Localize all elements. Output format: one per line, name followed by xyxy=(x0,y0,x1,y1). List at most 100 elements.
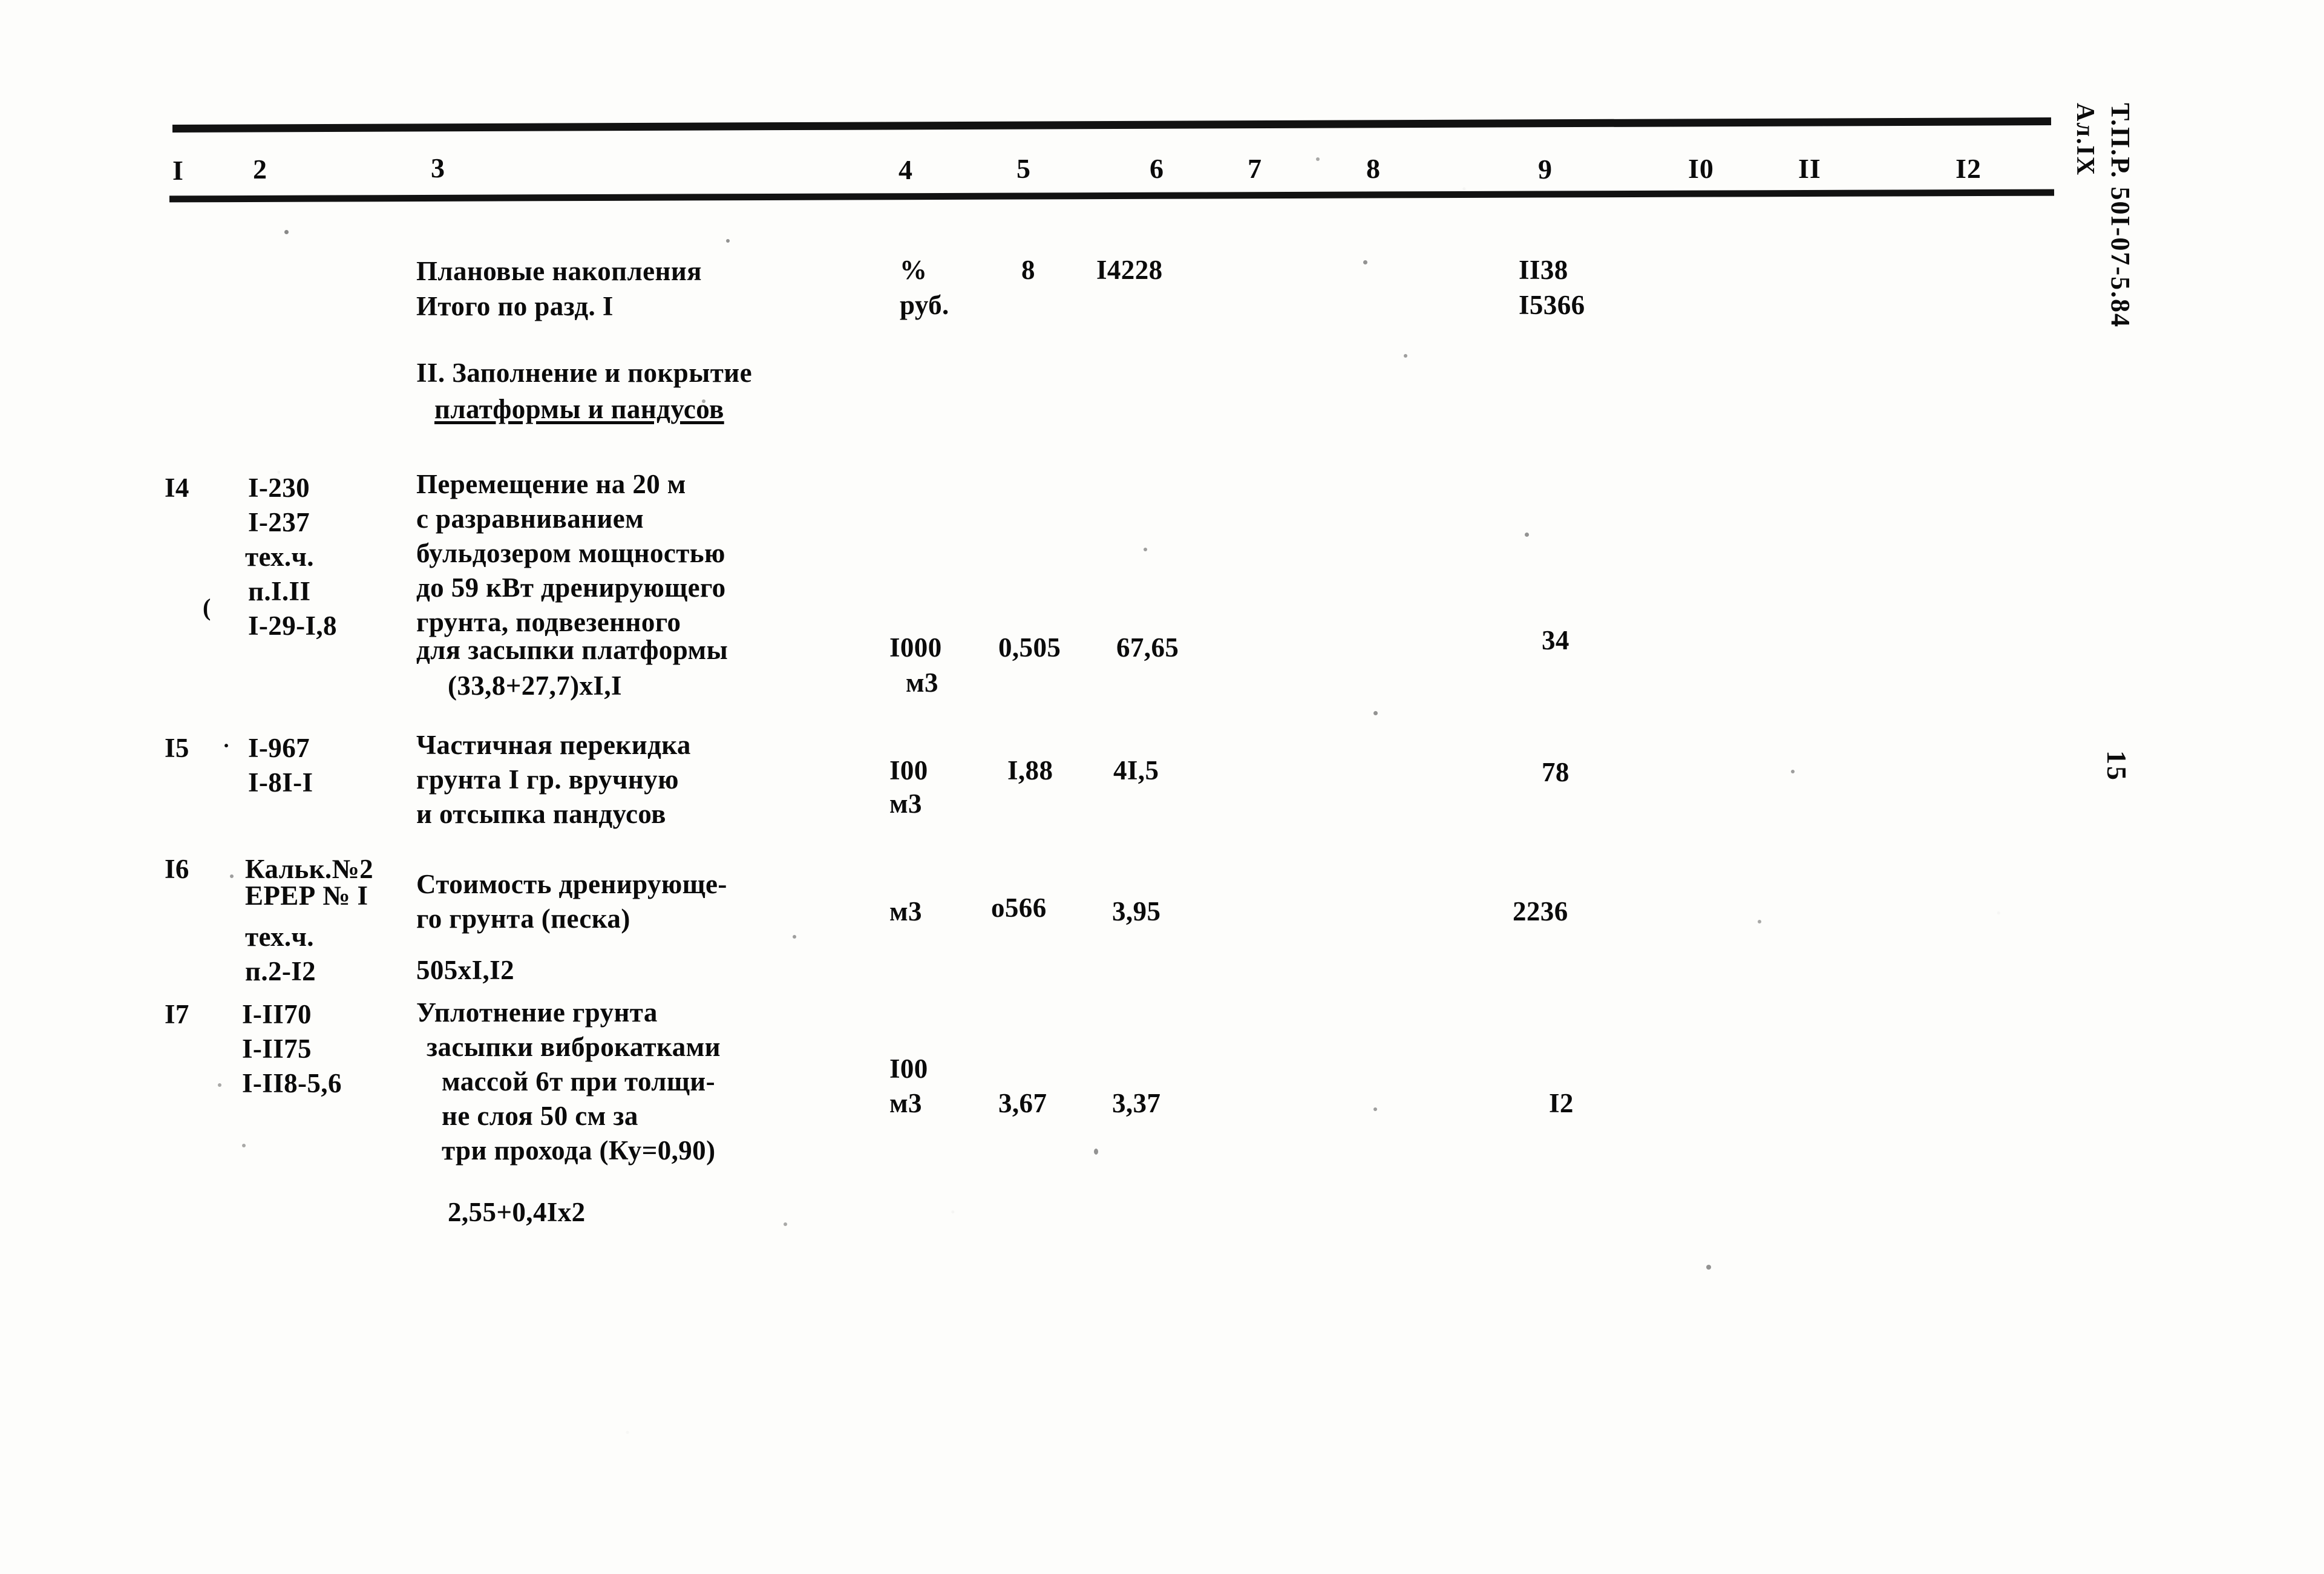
document-code-stamp: Т.П.Р. 50I-07-5.84 xyxy=(2106,103,2135,328)
row-code: п.I.II xyxy=(248,576,311,606)
row-unit-bottom: м3 xyxy=(889,789,922,819)
summary-row-name-0: Плановые накопления xyxy=(416,256,702,286)
scan-speckle xyxy=(218,1083,221,1087)
row-marker: · xyxy=(223,733,231,758)
column-header-6: 6 xyxy=(1150,153,1164,184)
summary-row-unit-1: руб. xyxy=(900,290,949,320)
scan-speckle xyxy=(242,1144,246,1147)
row-col9: 2236 xyxy=(1513,896,1568,926)
row-description-line: не слоя 50 см за xyxy=(442,1101,638,1131)
row-description-line: и отсыпка пандусов xyxy=(416,799,666,829)
summary-row-col6-0: I4228 xyxy=(1096,255,1163,285)
row-col6: 4I,5 xyxy=(1113,755,1159,785)
row-col9: I2 xyxy=(1549,1088,1574,1118)
album-stamp: Ал.IX xyxy=(2071,103,2099,177)
row-description-line: грунта I гр. вручную xyxy=(416,764,679,795)
row-description-line: Стоимость дренирующе- xyxy=(416,869,727,899)
row-code: I-237 xyxy=(248,507,310,537)
row-formula: (33,8+27,7)xI,I xyxy=(448,671,622,701)
row-col9: 78 xyxy=(1542,757,1570,787)
row-code: I-II70 xyxy=(242,999,312,1029)
row-description-line: массой 6т при толщи- xyxy=(442,1066,716,1097)
row-col6: 3,37 xyxy=(1112,1088,1161,1118)
row-code: I-29-I,8 xyxy=(248,611,337,641)
column-header-8: 8 xyxy=(1366,153,1381,184)
scan-speckle xyxy=(1525,533,1529,537)
scan-speckle xyxy=(1373,711,1378,715)
row-description-line: Частичная перекидка xyxy=(416,730,691,760)
row-description-line: Уплотнение грунта xyxy=(416,997,658,1028)
row-formula: 2,55+0,4Ix2 xyxy=(448,1197,586,1227)
scan-speckle xyxy=(1316,157,1320,161)
scan-speckle xyxy=(784,1222,787,1226)
row-unit-top: I00 xyxy=(889,755,928,785)
row-code: I-8I-I xyxy=(248,767,313,798)
row-code: I-230 xyxy=(248,473,310,503)
column-header-7: 7 xyxy=(1248,153,1262,184)
scan-speckle xyxy=(1144,548,1147,551)
scan-speckle xyxy=(702,399,705,403)
row-unit-top: I00 xyxy=(889,1054,928,1084)
scan-speckle xyxy=(1706,1265,1711,1270)
page-number: 15 xyxy=(2101,750,2132,782)
document-page: I 2 3 4 5 6 7 8 9 I0 II I2 Плановые нако… xyxy=(0,0,2324,1574)
row-description-line: три прохода (Ку=0,90) xyxy=(442,1135,716,1166)
scan-speckle xyxy=(1373,1107,1377,1111)
section-heading-line2: платформы и пандусов xyxy=(434,394,724,424)
row-unit-top: м3 xyxy=(889,896,922,926)
row-number: I4 xyxy=(165,473,189,503)
row-col6: 3,95 xyxy=(1112,896,1161,926)
row-number: I5 xyxy=(165,733,189,763)
scan-speckle xyxy=(793,935,796,939)
row-description-line: го грунта (песка) xyxy=(416,903,630,934)
section-heading-line1: II. Заполнение и покрытие xyxy=(416,358,752,388)
scan-speckle xyxy=(284,230,289,234)
row-unit-bottom: м3 xyxy=(889,1088,922,1118)
stray-paren-mark: ( xyxy=(203,594,211,621)
column-header-10: I0 xyxy=(1688,153,1714,184)
column-header-9: 9 xyxy=(1538,154,1553,185)
row-col6: 67,65 xyxy=(1116,632,1179,663)
row-description-line: Перемещение на 20 м xyxy=(416,469,686,499)
scan-speckle xyxy=(1094,1149,1098,1155)
scan-speckle xyxy=(1363,260,1367,264)
row-unit-top: I000 xyxy=(889,632,942,663)
row-col9: 34 xyxy=(1542,625,1570,655)
row-code: тех.ч. xyxy=(245,922,314,952)
row-description-line: для засыпки платформы xyxy=(416,635,728,665)
summary-row-col9-1: I5366 xyxy=(1519,290,1585,320)
row-col5: 3,67 xyxy=(998,1088,1047,1118)
row-col5: 0,505 xyxy=(998,632,1061,663)
row-code: п.2-I2 xyxy=(245,956,316,986)
scan-speckle xyxy=(726,239,730,243)
summary-row-name-1: Итого по разд. I xyxy=(416,291,614,321)
column-header-5: 5 xyxy=(1016,153,1031,184)
table-top-rule xyxy=(172,117,2052,133)
row-col5: о566 xyxy=(991,893,1047,923)
column-header-3: 3 xyxy=(431,152,445,183)
row-unit-bottom: м3 xyxy=(906,667,938,698)
scan-speckle xyxy=(1404,354,1407,358)
row-code: I-II75 xyxy=(242,1034,312,1064)
scan-speckle xyxy=(230,874,234,878)
column-header-1: I xyxy=(172,155,184,186)
summary-row-unit-0: % xyxy=(900,255,928,285)
paper-grain-overlay xyxy=(0,0,2324,1574)
summary-row-col9-0: II38 xyxy=(1519,255,1568,285)
column-header-11: II xyxy=(1798,153,1821,184)
column-header-12: I2 xyxy=(1956,153,1982,184)
row-description-line: с разравниванием xyxy=(416,503,644,534)
row-code: I-967 xyxy=(248,733,310,763)
row-col5: I,88 xyxy=(1007,755,1053,785)
row-code: тех.ч. xyxy=(245,542,314,572)
row-code: I-II8-5,6 xyxy=(242,1068,342,1098)
summary-row-col5-0: 8 xyxy=(1021,255,1035,285)
row-number: I6 xyxy=(165,854,189,884)
row-description-line: бульдозером мощностью xyxy=(416,538,725,568)
column-header-4: 4 xyxy=(899,154,913,185)
row-description-line: до 59 кВт дренирующего xyxy=(416,572,726,603)
table-header-rule xyxy=(169,189,2055,203)
row-number: I7 xyxy=(165,999,189,1029)
row-code: ЕРЕР № I xyxy=(245,880,368,911)
row-description-line: засыпки виброкатками xyxy=(427,1032,721,1062)
